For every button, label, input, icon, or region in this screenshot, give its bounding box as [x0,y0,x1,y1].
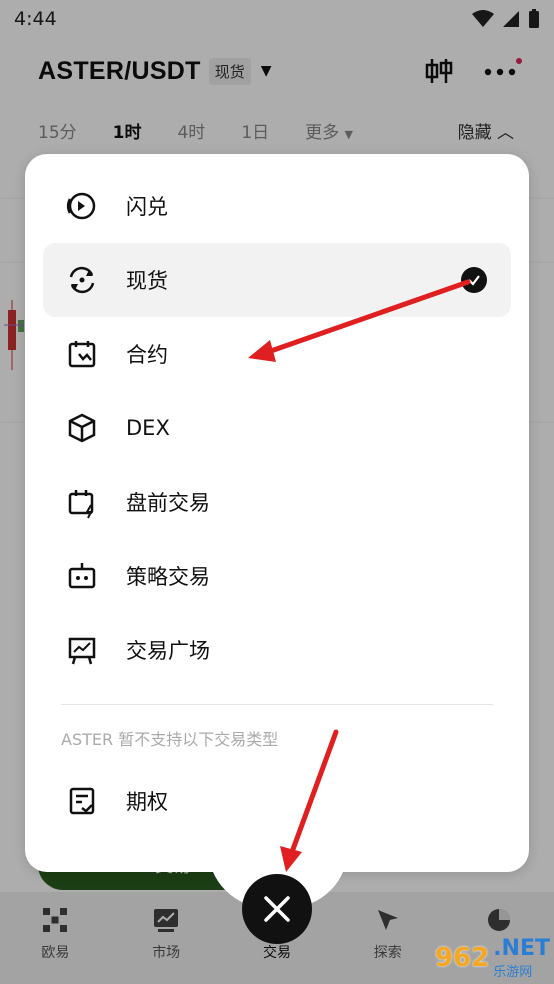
arrow-to-close [289,729,339,855]
watermark-net: .NET [493,936,550,961]
watermark-number: 962 [434,943,490,973]
watermark-logo: 962 .NET 乐游网 [435,936,550,980]
arrowhead-futures [248,340,276,362]
arrow-to-futures [265,279,471,355]
watermark-sub: 乐游网 [493,965,533,980]
arrowhead-close [280,846,302,872]
annotation-arrows [248,279,471,872]
